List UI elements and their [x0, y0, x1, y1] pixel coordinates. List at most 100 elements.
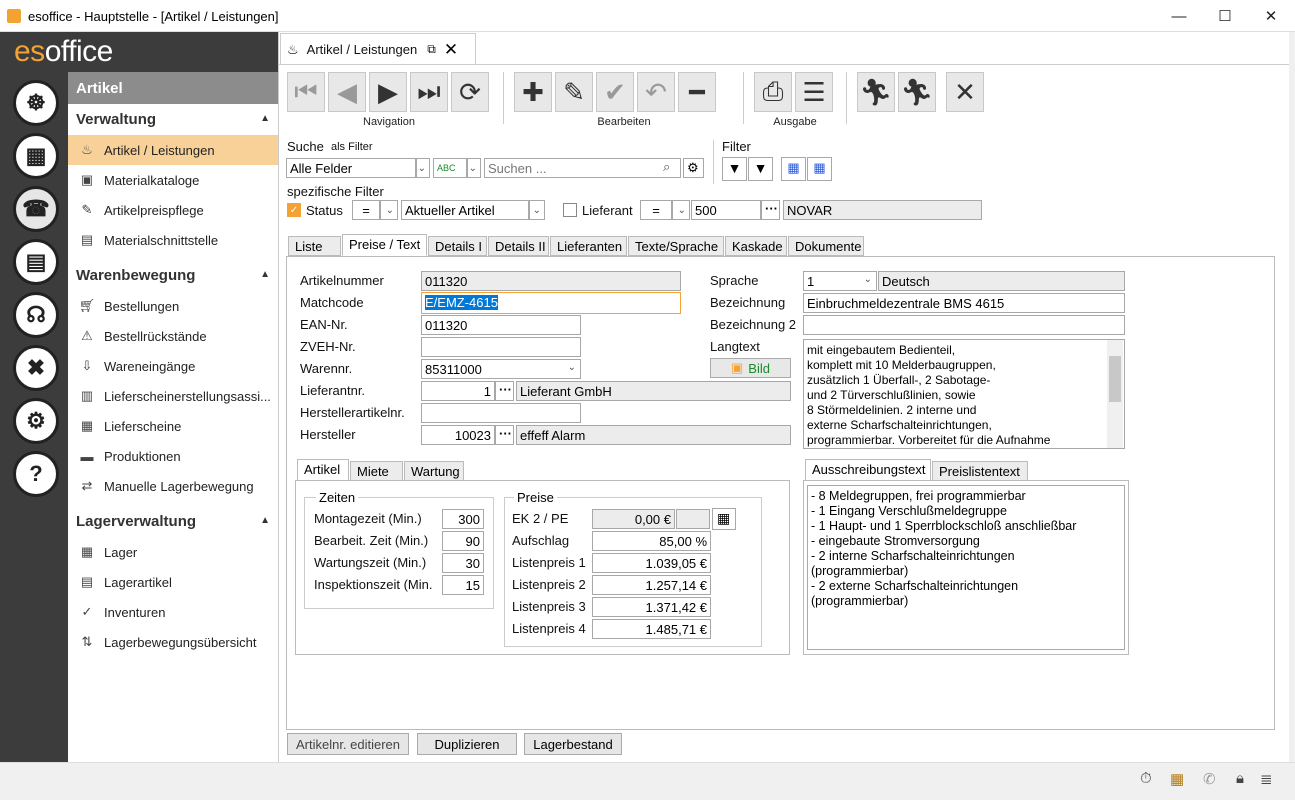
nav-item-materialkataloge[interactable]: ▣ Materialkataloge — [68, 165, 278, 195]
close-window-button[interactable]: ✕ — [1248, 0, 1294, 32]
add-button[interactable]: ✚ — [514, 72, 552, 112]
wartungszeit-field[interactable]: 30 — [442, 553, 484, 573]
close-form-button[interactable]: ✕ — [946, 72, 984, 112]
hersteller-field[interactable]: 10023 — [421, 425, 495, 445]
export-list-button[interactable]: ☰ — [795, 72, 833, 112]
artikelnummer-field[interactable]: 011320 — [421, 271, 681, 291]
lieferantnr-lookup-button[interactable]: ··· — [495, 381, 514, 401]
nav-item-manuelle-lagerbewegung[interactable]: ⇄ Manuelle Lagerbewegung — [68, 471, 278, 501]
nav-item-lagerartikel[interactable]: ▤ Lagerartikel — [68, 567, 278, 597]
calculator-icon[interactable]: ▦ — [712, 508, 736, 530]
filter-table-add-icon[interactable]: ▦ — [807, 157, 832, 181]
filter-funnel-icon[interactable]: ▼ — [722, 157, 747, 181]
langtext-scroll-thumb[interactable] — [1109, 356, 1121, 402]
listenpreis4-field[interactable]: 1.485,71 € — [592, 619, 711, 639]
herstellerartikelnr-field[interactable] — [421, 403, 581, 423]
lieferant-operator[interactable]: = — [640, 200, 672, 220]
first-record-button[interactable]: ⏮ — [287, 72, 325, 112]
search-field-dropdown[interactable]: ⌄ — [416, 158, 430, 178]
ausschreibungstext-memo[interactable]: - 8 Meldegruppen, frei programmierbar - 1… — [807, 485, 1125, 650]
status-value-dropdown[interactable]: ⌄ — [529, 200, 545, 220]
nav-section-warenbewegung[interactable]: Warenbewegung ▲ — [68, 262, 278, 290]
document-tab[interactable]: ♨ Artikel / Leistungen ⧉ ✕ — [280, 33, 476, 65]
lieferantnr-field[interactable]: 1 — [421, 381, 495, 401]
nav-item-artikelpreispflege[interactable]: ✎ Artikelpreispflege — [68, 195, 278, 225]
minimize-button[interactable]: — — [1156, 0, 1202, 32]
nav-item-inventuren[interactable]: ✓ Inventuren — [68, 597, 278, 627]
bild-button[interactable]: ▣ Bild — [710, 358, 791, 378]
nav-item-lieferscheinerstellung[interactable]: ▥ Lieferscheinerstellungsassi... — [68, 381, 278, 411]
tab-lieferanten[interactable]: Lieferanten — [550, 236, 627, 256]
save-check-button[interactable]: ✔ — [596, 72, 634, 112]
module-help-icon[interactable]: ? — [13, 451, 59, 497]
tab-dokumente[interactable]: Dokumente — [788, 236, 864, 256]
last-record-button[interactable]: ⏭ — [410, 72, 448, 112]
module-settings-icon[interactable]: ⚙ — [13, 398, 59, 444]
duplicate-button[interactable]: Duplizieren — [417, 733, 517, 755]
listenpreis2-field[interactable]: 1.257,14 € — [592, 575, 711, 595]
tab-preislistentext[interactable]: Preislistentext — [932, 461, 1028, 481]
refresh-button[interactable]: ⟳ — [451, 72, 489, 112]
sprache-dropdown-icon[interactable]: ⌄ — [859, 274, 875, 285]
nav-item-produktionen[interactable]: ▬ Produktionen — [68, 441, 278, 471]
status-value-select[interactable]: Aktueller Artikel — [401, 200, 529, 220]
module-service-icon[interactable]: ✖ — [13, 345, 59, 391]
lieferant-lookup-button[interactable]: ··· — [761, 200, 780, 220]
maximize-button[interactable]: ☐ — [1202, 0, 1248, 32]
lieferant-checkbox[interactable] — [563, 203, 577, 217]
module-projects-icon[interactable]: ▦ — [13, 133, 59, 179]
match-mode-icon[interactable]: ABC — [433, 158, 467, 178]
listenpreis1-field[interactable]: 1.039,05 € — [592, 553, 711, 573]
nav-section-verwaltung[interactable]: Verwaltung ▲ — [68, 106, 278, 134]
print-button[interactable]: ⎙ — [754, 72, 792, 112]
subtab-wartung[interactable]: Wartung — [404, 461, 464, 481]
lieferant-operator-dropdown[interactable]: ⌄ — [672, 200, 690, 220]
close-tab-icon[interactable]: ✕ — [444, 40, 458, 60]
nav-item-artikel-leistungen[interactable]: ♨ Artikel / Leistungen — [68, 135, 278, 165]
bezeichnung-field[interactable]: Einbruchmeldezentrale BMS 4615 — [803, 293, 1125, 313]
phone-icon[interactable]: ✆ — [1203, 770, 1216, 788]
zveh-field[interactable] — [421, 337, 581, 357]
popout-icon[interactable]: ⧉ — [427, 42, 436, 57]
match-mode-dropdown[interactable]: ⌄ — [467, 158, 481, 178]
nav-item-wareneingaenge[interactable]: ⇩ Wareneingänge — [68, 351, 278, 381]
nav-item-bestellrueckstaende[interactable]: ⚠ Bestellrückstände — [68, 321, 278, 351]
next-record-button[interactable]: ▶ — [369, 72, 407, 112]
database-icon[interactable]: ≣ — [1260, 770, 1273, 788]
search-field-select[interactable]: Alle Felder — [286, 158, 416, 178]
nav-item-lagerbewegungsuebersicht[interactable]: ⇅ Lagerbewegungsübersicht — [68, 627, 278, 657]
hersteller-lookup-button[interactable]: ··· — [495, 425, 514, 445]
delete-minus-button[interactable]: ━ — [678, 72, 716, 112]
lock-icon[interactable]: 🔒︎ — [1236, 770, 1244, 787]
edit-pencil-button[interactable]: ✎ — [555, 72, 593, 112]
warennr-dropdown-icon[interactable]: ⌄ — [563, 362, 579, 373]
runner-button[interactable]: 🏃︎ — [898, 72, 936, 112]
warennr-select[interactable]: 85311000 — [421, 359, 581, 379]
module-cockpit-icon[interactable]: ☸ — [13, 80, 59, 126]
lieferant-number-input[interactable]: 500 — [691, 200, 761, 220]
filter-table-icon[interactable]: ▦ — [781, 157, 806, 181]
tab-liste[interactable]: Liste — [288, 236, 341, 256]
tab-preise-text[interactable]: Preise / Text — [342, 234, 427, 256]
status-operator[interactable]: = — [352, 200, 380, 220]
status-checkbox[interactable]: ✓ — [287, 203, 301, 217]
module-artikel-icon[interactable]: ☎ — [13, 186, 59, 232]
matchcode-field[interactable]: E/EMZ-4615 — [421, 292, 681, 314]
nav-section-lagerverwaltung[interactable]: Lagerverwaltung ▲ — [68, 508, 278, 536]
ean-field[interactable]: 011320 — [421, 315, 581, 335]
bearbeitzeit-field[interactable]: 90 — [442, 531, 484, 551]
runner-back-button[interactable]: 🏃︎ — [857, 72, 895, 112]
tab-details-1[interactable]: Details I — [428, 236, 487, 256]
listenpreis3-field[interactable]: 1.371,42 € — [592, 597, 711, 617]
search-input[interactable]: Suchen ... — [484, 158, 681, 178]
module-finance-icon[interactable]: ▤ — [13, 239, 59, 285]
tab-texte-sprache[interactable]: Texte/Sprache — [628, 236, 724, 256]
tab-ausschreibungstext[interactable]: Ausschreibungstext — [805, 459, 931, 481]
building-icon[interactable]: ▦ — [1170, 770, 1184, 788]
status-operator-dropdown[interactable]: ⌄ — [380, 200, 398, 220]
previous-record-button[interactable]: ◀ — [328, 72, 366, 112]
tab-kaskade[interactable]: Kaskade — [725, 236, 787, 256]
langtext-memo[interactable]: mit eingebautem Bedienteil, komplett mit … — [803, 339, 1125, 449]
subtab-miete[interactable]: Miete — [350, 461, 403, 481]
bezeichnung2-field[interactable] — [803, 315, 1125, 335]
